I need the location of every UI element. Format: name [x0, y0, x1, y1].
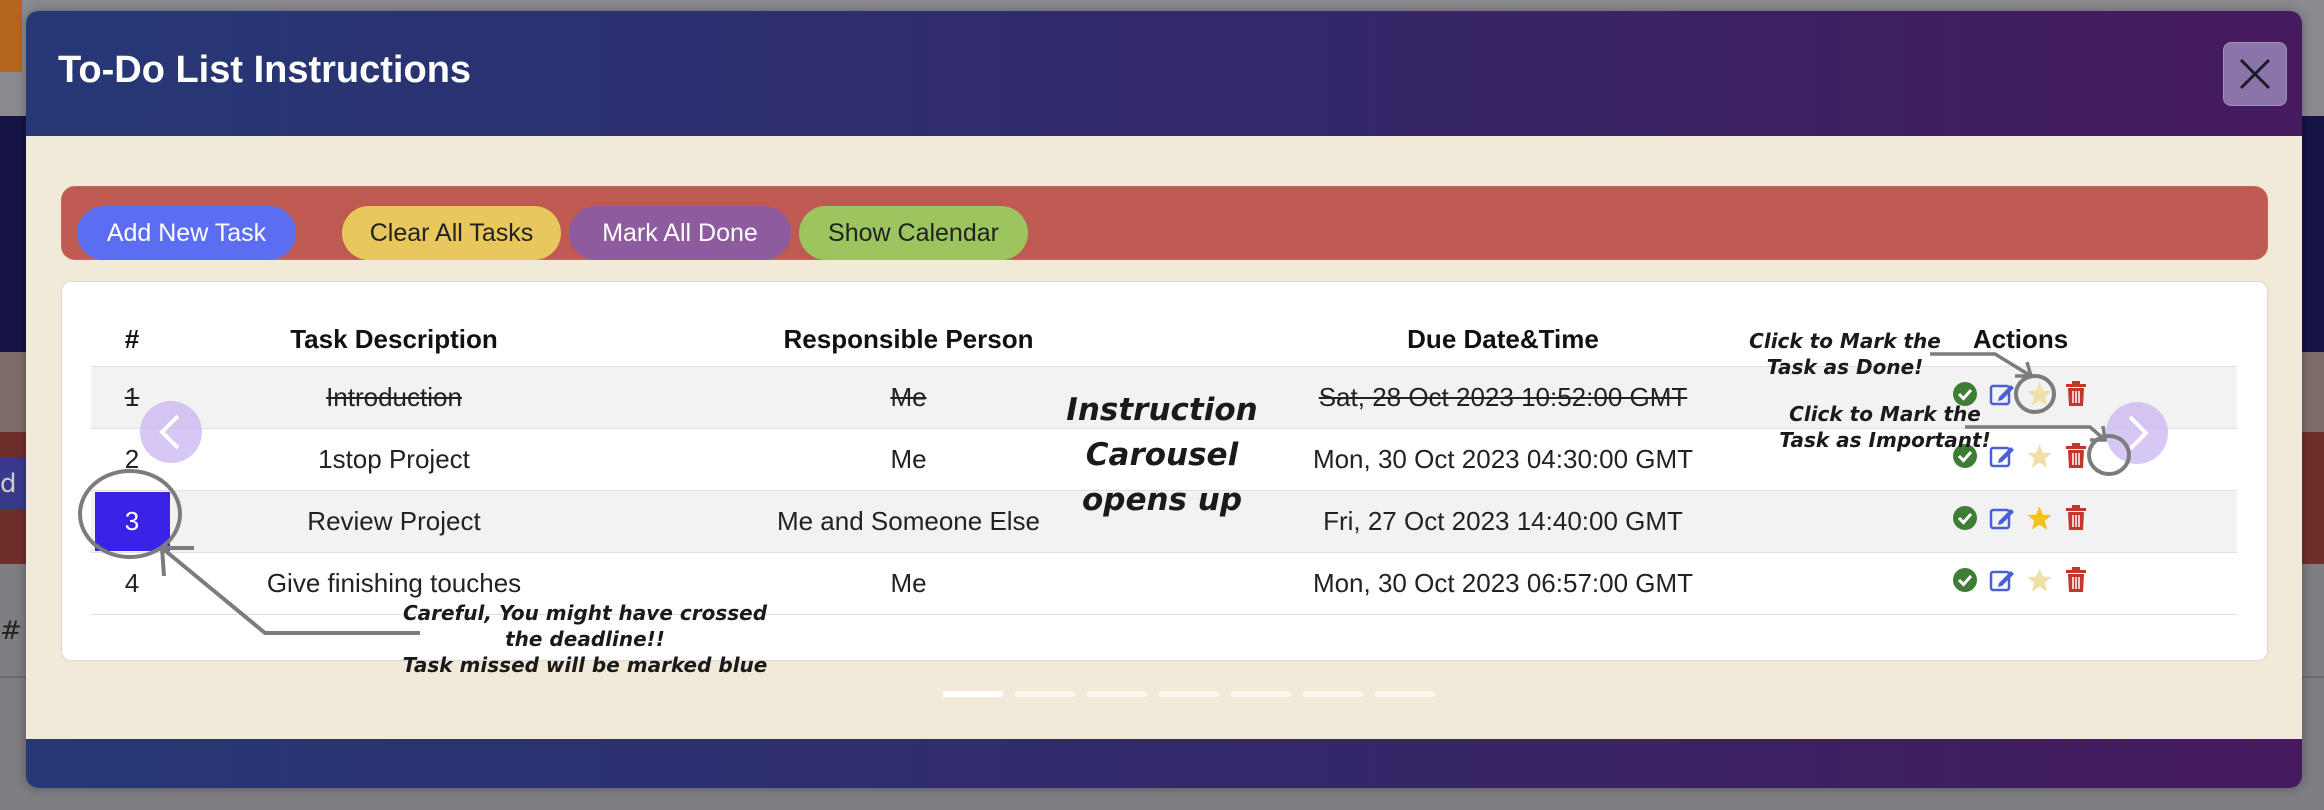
star-icon — [2026, 444, 2052, 468]
check-circle-icon — [1953, 506, 1977, 531]
carousel-caption: Instruction Carousel opens up — [992, 388, 1332, 523]
task-description: Review Project — [173, 490, 615, 553]
close-icon — [2239, 58, 2271, 90]
modal-footer — [26, 739, 2302, 788]
hint-line: Click to Mark the — [1789, 402, 1981, 426]
caption-line: opens up — [1081, 482, 1243, 518]
hint-line: Task as Done! — [1766, 355, 1924, 379]
mark-important-button[interactable] — [2026, 381, 2053, 408]
trash-icon — [2066, 505, 2086, 531]
mark-important-button[interactable] — [2026, 567, 2053, 594]
column-header-person: Responsible Person — [783, 323, 1034, 354]
task-actions — [1804, 552, 2237, 615]
task-actions — [1804, 490, 2237, 553]
chevron-right-icon — [2128, 415, 2149, 451]
hint-line: Task as Important! — [1779, 428, 1991, 452]
star-icon — [2026, 506, 2052, 530]
chevron-left-icon — [159, 414, 180, 450]
important-hint: Click to Mark the Task as Important! — [1770, 401, 2000, 453]
close-button[interactable] — [2223, 42, 2287, 106]
mark-important-button[interactable] — [2026, 505, 2053, 532]
hint-line: Click to Mark the — [1749, 329, 1941, 353]
edit-icon — [1989, 571, 2014, 592]
carousel-indicator[interactable] — [1015, 691, 1075, 697]
carousel-indicators — [943, 691, 1435, 697]
task-description: 1stop Project — [173, 428, 615, 491]
edit-task-button[interactable] — [1989, 505, 2016, 532]
carousel-next-button[interactable] — [2106, 402, 2168, 464]
mark-all-done-button[interactable]: Mark All Done — [569, 206, 791, 260]
modal-header: To-Do List Instructions — [26, 11, 2302, 136]
delete-task-button[interactable] — [2063, 505, 2090, 532]
delete-task-button[interactable] — [2063, 381, 2090, 408]
background-hash-header: # — [0, 616, 22, 646]
deadline-hint: Careful, You might have crossed the dead… — [400, 600, 770, 678]
delete-task-button[interactable] — [2063, 443, 2090, 470]
carousel-indicator[interactable] — [1087, 691, 1147, 697]
mark-done-button[interactable] — [1952, 567, 1979, 594]
hint-line: Careful, You might have crossed — [402, 601, 768, 625]
column-header-due: Due Date&Time — [1407, 323, 1599, 354]
carousel-indicator[interactable] — [943, 691, 1003, 697]
carousel-indicator[interactable] — [1375, 691, 1435, 697]
trash-icon — [2066, 567, 2086, 593]
carousel-indicator[interactable] — [1231, 691, 1291, 697]
task-number: 4 — [91, 552, 173, 615]
background-add-button: d N — [0, 458, 26, 510]
background-logo — [0, 0, 22, 72]
add-new-task-button[interactable]: Add New Task — [77, 206, 296, 260]
star-icon — [2026, 568, 2052, 592]
mark-done-button[interactable] — [1952, 505, 1979, 532]
task-description: Introduction — [173, 366, 615, 429]
hint-line: the deadline!! — [505, 627, 665, 651]
mark-important-button[interactable] — [2026, 443, 2053, 470]
clear-all-tasks-button[interactable]: Clear All Tasks — [342, 206, 561, 260]
carousel-indicator[interactable] — [1303, 691, 1363, 697]
task-due: Mon, 30 Oct 2023 06:57:00 GMT — [1202, 552, 1804, 615]
trash-icon — [2066, 381, 2086, 407]
caption-line: Instruction Carousel — [1066, 392, 1258, 473]
column-header-number: # — [124, 323, 140, 354]
task-toolbar: Add New Task Clear All Tasks Mark All Do… — [61, 186, 2268, 260]
carousel-indicator[interactable] — [1159, 691, 1219, 697]
trash-icon — [2066, 443, 2086, 469]
missed-task-number: 3 — [94, 492, 170, 551]
show-calendar-button[interactable]: Show Calendar — [799, 206, 1028, 260]
delete-task-button[interactable] — [2063, 567, 2090, 594]
column-header-description: Task Description — [290, 323, 498, 354]
check-circle-icon — [1953, 568, 1977, 593]
modal-title: To-Do List Instructions — [58, 49, 472, 91]
edit-task-button[interactable] — [1989, 567, 2016, 594]
done-hint: Click to Mark the Task as Done! — [1735, 328, 1955, 380]
task-number-cell: 3 — [91, 490, 173, 553]
carousel-prev-button[interactable] — [140, 401, 202, 463]
star-icon — [2026, 382, 2052, 406]
hint-line: Task missed will be marked blue — [402, 653, 768, 677]
edit-icon — [1989, 509, 2014, 530]
